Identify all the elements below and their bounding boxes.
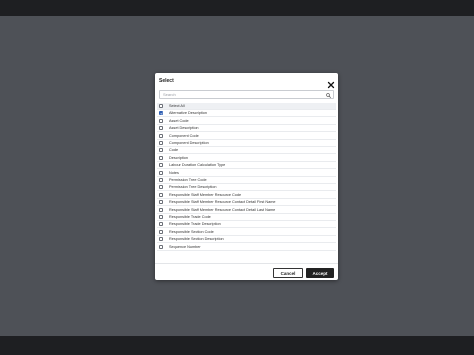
item-label: Responsible Section Description — [169, 237, 224, 242]
list-item[interactable]: Permission Tree Code — [157, 177, 336, 184]
list-item[interactable]: Notes — [157, 170, 336, 177]
dialog-title: Select — [159, 78, 174, 84]
item-checkbox[interactable] — [159, 178, 163, 182]
list-item[interactable]: Responsible Staff Member Resource Code — [157, 192, 336, 199]
item-label: Responsible Staff Member Resource Code — [169, 192, 242, 197]
list-item[interactable]: Responsible Staff Member Resource Contac… — [157, 207, 336, 214]
item-checkbox[interactable] — [159, 229, 163, 234]
list-item[interactable]: Description — [157, 155, 336, 162]
item-checkbox[interactable] — [159, 207, 163, 212]
item-checkbox[interactable] — [159, 163, 163, 168]
item-checkbox[interactable] — [159, 148, 163, 153]
check-icon — [160, 112, 163, 116]
item-label: Asset Code — [169, 118, 189, 123]
item-checkbox[interactable] — [159, 215, 163, 219]
search-placeholder: Search — [163, 92, 176, 97]
close-button[interactable] — [327, 76, 335, 89]
field-list: Select All Alternative Description Asset C… — [155, 103, 338, 253]
select-all-row[interactable]: Select All — [157, 103, 336, 110]
item-label: Responsible Staff Member Resource Contac… — [169, 200, 276, 205]
item-checkbox[interactable] — [159, 200, 163, 205]
item-checkbox[interactable] — [159, 185, 163, 190]
list-item[interactable]: Permission Tree Description — [157, 184, 336, 192]
list-item[interactable]: Component Code — [157, 133, 336, 140]
list-item[interactable]: Asset Code — [157, 118, 336, 125]
list-item[interactable]: Responsible Trade Code — [157, 214, 336, 221]
item-label: Description — [169, 155, 188, 160]
item-label: Permission Tree Code — [169, 178, 207, 182]
item-label: Responsible Trade Description — [169, 222, 221, 227]
search-icon — [326, 92, 331, 98]
list-item[interactable]: Alternative Description — [157, 110, 336, 118]
accept-button[interactable]: Accept — [306, 268, 334, 278]
list-item[interactable]: Responsible Staff Member Resource Contac… — [157, 199, 336, 207]
select-dialog: Select Search Select All Alternative Desc… — [155, 73, 338, 280]
list-item[interactable]: Sequence Number — [157, 244, 336, 251]
item-label: Permission Tree Description — [169, 185, 217, 190]
select-all-checkbox[interactable] — [159, 104, 163, 108]
item-checkbox[interactable] — [159, 141, 163, 145]
item-label: Component Description — [169, 141, 209, 145]
cancel-button[interactable]: Cancel — [273, 268, 303, 278]
search-input[interactable]: Search — [159, 90, 334, 99]
item-label: Labour Duration Calculation Type — [169, 163, 226, 168]
item-label: Responsible Section Code — [169, 229, 214, 234]
item-checkbox[interactable] — [159, 155, 163, 160]
list-item[interactable]: Code — [157, 147, 336, 155]
item-label: Sequence Number — [169, 244, 201, 249]
close-icon — [327, 81, 335, 89]
item-checkbox[interactable] — [159, 111, 163, 116]
item-checkbox[interactable] — [159, 126, 163, 131]
list-item[interactable]: Asset Description — [157, 125, 336, 133]
item-checkbox[interactable] — [159, 237, 163, 242]
item-label: Responsible Trade Code — [169, 215, 211, 219]
item-label: Responsible Staff Member Resource Contac… — [169, 207, 276, 212]
item-checkbox[interactable] — [159, 118, 163, 123]
item-label: Select All — [169, 104, 185, 108]
list-item[interactable]: Responsible Trade Description — [157, 221, 336, 229]
item-label: Asset Description — [169, 126, 199, 131]
item-label: Alternative Description — [169, 111, 207, 116]
item-checkbox[interactable] — [159, 244, 163, 249]
list-item[interactable]: Responsible Section Description — [157, 236, 336, 244]
list-item[interactable]: Component Description — [157, 140, 336, 147]
item-label: Component Code — [169, 133, 199, 138]
list-item[interactable]: Responsible Section Code — [157, 229, 336, 236]
item-label: Code — [169, 148, 179, 153]
footer-divider — [155, 263, 338, 264]
list-item[interactable]: Labour Duration Calculation Type — [157, 162, 336, 170]
item-checkbox[interactable] — [159, 222, 163, 227]
item-checkbox[interactable] — [159, 170, 163, 175]
item-checkbox[interactable] — [159, 192, 163, 197]
item-label: Notes — [169, 170, 179, 175]
item-checkbox[interactable] — [159, 133, 163, 138]
bottom-bar — [0, 336, 474, 355]
